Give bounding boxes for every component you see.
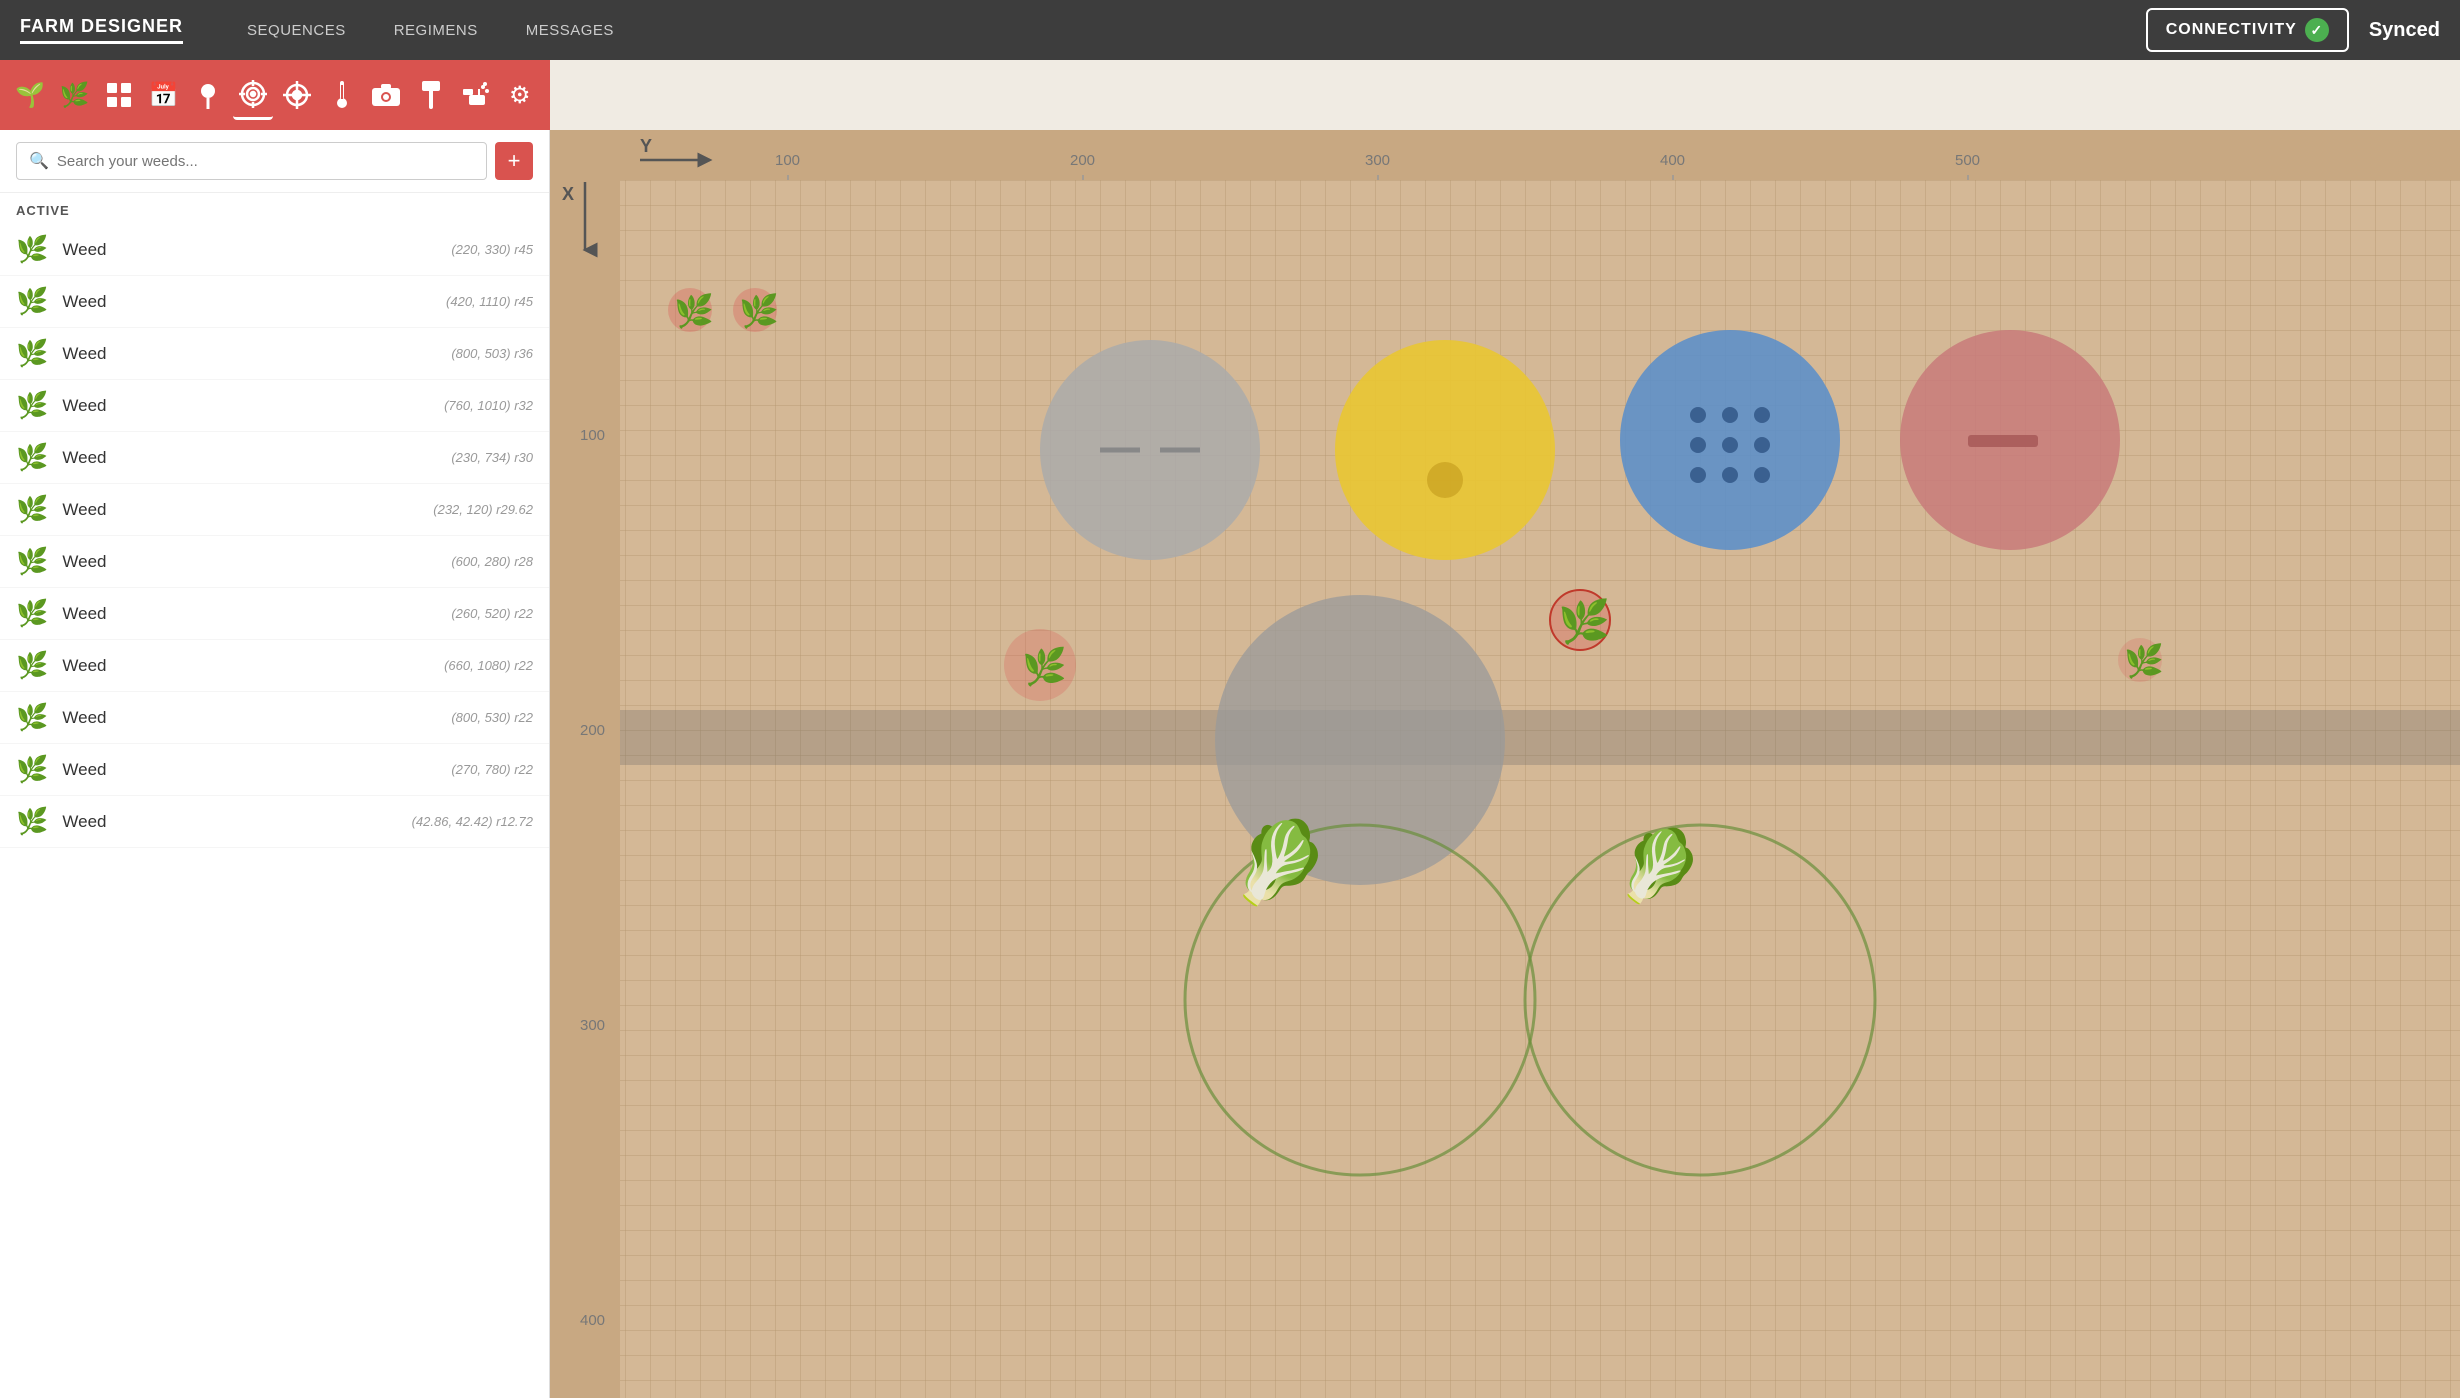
search-input-wrap: 🔍 xyxy=(16,142,487,180)
toolbar-plant-icon[interactable]: 🌿 xyxy=(55,70,96,120)
weed-icon: 🌿 xyxy=(16,234,48,265)
weed-coords: (600, 280) r28 xyxy=(451,554,533,569)
farm-map[interactable]: Y X 100 200 300 400 500 100 xyxy=(550,130,2460,1398)
connectivity-check-icon: ✓ xyxy=(2305,18,2329,42)
weed-list-item[interactable]: 🌿 Weed (260, 520) r22 xyxy=(0,588,549,640)
synced-status: Synced xyxy=(2369,19,2440,42)
add-weed-button[interactable]: + xyxy=(495,142,533,180)
weed-name: Weed xyxy=(62,396,430,416)
nav-link-sequences[interactable]: SEQUENCES xyxy=(223,22,370,39)
weed-name: Weed xyxy=(62,240,437,260)
weed-icon: 🌿 xyxy=(16,598,48,629)
weed-list-item[interactable]: 🌿 Weed (600, 280) r28 xyxy=(0,536,549,588)
section-active-label: ACTIVE xyxy=(0,193,549,224)
toolbar-grid-icon[interactable] xyxy=(99,70,140,120)
toolbar-crosshair-icon[interactable] xyxy=(277,70,318,120)
nav-brand[interactable]: FARM DESIGNER xyxy=(20,16,183,44)
toolbar-target-icon[interactable] xyxy=(233,70,274,120)
weed-coords: (660, 1080) r22 xyxy=(444,658,533,673)
connectivity-label: CONNECTIVITY xyxy=(2166,21,2297,39)
weed-coords: (800, 530) r22 xyxy=(451,710,533,725)
search-bar: 🔍 + xyxy=(0,130,549,193)
weed-list-item[interactable]: 🌿 Weed (800, 530) r22 xyxy=(0,692,549,744)
nav-link-messages[interactable]: MESSAGES xyxy=(502,22,638,39)
nav-link-regimens[interactable]: REGIMENS xyxy=(370,22,502,39)
weed-name: Weed xyxy=(62,708,437,728)
search-icon: 🔍 xyxy=(29,151,49,171)
weed-name: Weed xyxy=(62,552,437,572)
toolbar-seedling-icon[interactable]: 🌱 xyxy=(10,70,51,120)
sidebar: 🔍 + ACTIVE 🌿 Weed (220, 330) r45 🌿 Weed … xyxy=(0,130,550,1398)
top-nav: FARM DESIGNER SEQUENCES REGIMENS MESSAGE… xyxy=(0,0,2460,60)
nav-right: CONNECTIVITY ✓ Synced xyxy=(2146,8,2440,52)
toolbar-camera-icon[interactable] xyxy=(366,70,407,120)
weed-icon: 🌿 xyxy=(16,286,48,317)
weed-list-item[interactable]: 🌿 Weed (230, 734) r30 xyxy=(0,432,549,484)
toolbar-calendar-icon[interactable]: 📅 xyxy=(144,70,185,120)
weed-icon: 🌿 xyxy=(16,442,48,473)
weed-coords: (800, 503) r36 xyxy=(451,346,533,361)
toolbar-thermometer-icon[interactable] xyxy=(322,70,363,120)
weed-icon: 🌿 xyxy=(16,650,48,681)
toolbar-pin-icon[interactable] xyxy=(188,70,229,120)
weed-icon: 🌿 xyxy=(16,806,48,837)
weed-coords: (270, 780) r22 xyxy=(451,762,533,777)
main-layout: 🔍 + ACTIVE 🌿 Weed (220, 330) r45 🌿 Weed … xyxy=(0,130,2460,1398)
connectivity-button[interactable]: CONNECTIVITY ✓ xyxy=(2146,8,2349,52)
weed-coords: (230, 734) r30 xyxy=(451,450,533,465)
weed-icon: 🌿 xyxy=(16,702,48,733)
toolbar-settings-icon[interactable]: ⚙ xyxy=(500,70,541,120)
weed-name: Weed xyxy=(62,292,432,312)
weed-icon: 🌿 xyxy=(16,390,48,421)
nav-links: SEQUENCES REGIMENS MESSAGES xyxy=(223,22,638,39)
weed-coords: (760, 1010) r32 xyxy=(444,398,533,413)
weed-list-item[interactable]: 🌿 Weed (660, 1080) r22 xyxy=(0,640,549,692)
weed-icon: 🌿 xyxy=(16,754,48,785)
weed-list-item[interactable]: 🌿 Weed (760, 1010) r32 xyxy=(0,380,549,432)
weed-list-item[interactable]: 🌿 Weed (270, 780) r22 xyxy=(0,744,549,796)
weed-icon: 🌿 xyxy=(16,338,48,369)
weed-coords: (260, 520) r22 xyxy=(451,606,533,621)
weed-list-item[interactable]: 🌿 Weed (42.86, 42.42) r12.72 xyxy=(0,796,549,848)
grid-background xyxy=(550,130,2460,1398)
weed-icon: 🌿 xyxy=(16,546,48,577)
weed-list-item[interactable]: 🌿 Weed (232, 120) r29.62 xyxy=(0,484,549,536)
weed-name: Weed xyxy=(62,760,437,780)
weed-name: Weed xyxy=(62,812,397,832)
weed-coords: (42.86, 42.42) r12.72 xyxy=(412,814,533,829)
weed-icon: 🌿 xyxy=(16,494,48,525)
weed-coords: (420, 1110) r45 xyxy=(446,294,533,309)
weed-name: Weed xyxy=(62,500,419,520)
weed-list: 🌿 Weed (220, 330) r45 🌿 Weed (420, 1110)… xyxy=(0,224,549,1398)
weed-coords: (220, 330) r45 xyxy=(451,242,533,257)
weed-name: Weed xyxy=(62,604,437,624)
search-input[interactable] xyxy=(57,153,474,170)
weed-list-item[interactable]: 🌿 Weed (420, 1110) r45 xyxy=(0,276,549,328)
weed-name: Weed xyxy=(62,656,430,676)
toolbar-tool-icon[interactable] xyxy=(411,70,452,120)
weed-coords: (232, 120) r29.62 xyxy=(433,502,533,517)
toolbar-spray-icon[interactable] xyxy=(455,70,496,120)
weed-name: Weed xyxy=(62,448,437,468)
toolbar: 🌱 🌿 📅 xyxy=(0,60,550,130)
weed-name: Weed xyxy=(62,344,437,364)
weed-list-item[interactable]: 🌿 Weed (220, 330) r45 xyxy=(0,224,549,276)
weed-list-item[interactable]: 🌿 Weed (800, 503) r36 xyxy=(0,328,549,380)
